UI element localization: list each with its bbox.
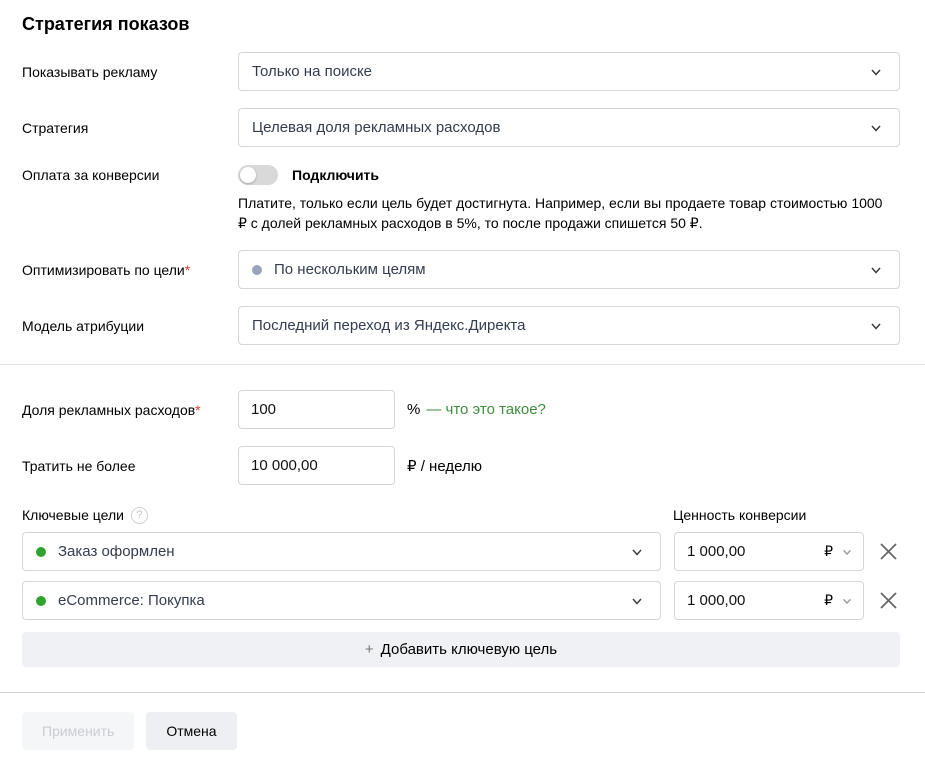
remove-goal-button[interactable]	[876, 589, 900, 613]
what-is-it-link[interactable]: — что это такое?	[426, 401, 546, 418]
key-goal-row: Заказ оформлен 1 000,00 ₽	[22, 532, 900, 571]
currency-label: ₽	[824, 543, 833, 560]
row-optimize-goal: Оптимизировать по цели* По нескольким це…	[22, 250, 900, 289]
cost-share-label: Доля рекламных расходов*	[22, 402, 238, 418]
pay-conversions-field: Подключить Платите, только если цель буд…	[238, 164, 900, 233]
conversion-value-field-1[interactable]: 1 000,00 ₽	[674, 532, 864, 571]
chevron-down-icon	[869, 121, 883, 135]
cost-share-unit-wrap: % — что это такое?	[407, 401, 546, 418]
row-cost-share: Доля рекламных расходов* % — что это так…	[22, 390, 900, 429]
goal-select-1-value: Заказ оформлен	[58, 543, 622, 560]
pay-conversions-label: Оплата за конверсии	[22, 164, 238, 183]
add-key-goal-button[interactable]: + Добавить ключевую цель	[22, 632, 900, 667]
goal-select-2[interactable]: eCommerce: Покупка	[22, 581, 661, 620]
placement-select-value: Только на поиске	[252, 63, 861, 80]
strategy-label: Стратегия	[22, 120, 238, 136]
strategy-settings-form: Стратегия показов Показывать рекламу Тол…	[0, 0, 925, 750]
pay-conversions-toggle[interactable]	[238, 165, 278, 185]
pay-conversions-toggle-label: Подключить	[292, 167, 379, 183]
chevron-down-icon	[841, 595, 853, 607]
weekly-limit-label: Тратить не более	[22, 458, 238, 474]
footer-actions: Применить Отмена	[22, 693, 900, 750]
toggle-knob	[240, 167, 256, 183]
row-weekly-limit: Тратить не более ₽ / неделю	[22, 446, 900, 485]
conversion-value-header: Ценность конверсии	[673, 507, 900, 523]
optimize-goal-label: Оптимизировать по цели*	[22, 262, 238, 278]
ruble-per-week-unit: ₽ / неделю	[407, 457, 482, 475]
attribution-select[interactable]: Последний переход из Яндекс.Директа	[238, 306, 900, 345]
add-key-goal-label: Добавить ключевую цель	[381, 641, 557, 658]
pay-conversions-toggle-line: Подключить	[238, 164, 900, 186]
attribution-label: Модель атрибуции	[22, 318, 238, 334]
conversion-value-field-2[interactable]: 1 000,00 ₽	[674, 581, 864, 620]
strategy-select[interactable]: Целевая доля рекламных расходов	[238, 108, 900, 147]
goal-status-dot-icon	[36, 547, 46, 557]
plus-icon: +	[365, 641, 374, 658]
cost-share-field: % — что это такое?	[238, 390, 900, 429]
optimize-goal-select-value: По нескольким целям	[274, 261, 861, 278]
weekly-limit-input[interactable]	[238, 446, 395, 485]
attribution-select-value: Последний переход из Яндекс.Директа	[252, 317, 861, 334]
row-pay-conversions: Оплата за конверсии Подключить Платите, …	[22, 164, 900, 233]
required-asterisk: *	[195, 402, 200, 418]
goal-status-dot-icon	[36, 596, 46, 606]
chevron-down-icon	[841, 546, 853, 558]
apply-button[interactable]: Применить	[22, 712, 134, 750]
placement-select[interactable]: Только на поиске	[238, 52, 900, 91]
conversion-value-1: 1 000,00	[687, 543, 824, 560]
remove-goal-button[interactable]	[876, 540, 900, 564]
close-icon	[879, 591, 898, 610]
placement-label: Показывать рекламу	[22, 64, 238, 80]
pay-conversions-description: Платите, только если цель будет достигну…	[238, 193, 893, 233]
chevron-down-icon	[630, 594, 644, 608]
cost-share-input[interactable]	[238, 390, 395, 429]
goal-select-2-value: eCommerce: Покупка	[58, 592, 622, 609]
required-asterisk: *	[185, 262, 190, 278]
key-goal-row: eCommerce: Покупка 1 000,00 ₽	[22, 581, 900, 620]
row-placement: Показывать рекламу Только на поиске	[22, 52, 900, 91]
key-goals-label-wrap: Ключевые цели ?	[22, 507, 673, 524]
row-attribution: Модель атрибуции Последний переход из Ян…	[22, 306, 900, 345]
percent-unit: %	[407, 401, 420, 418]
key-goals-header: Ключевые цели ? Ценность конверсии	[22, 505, 900, 525]
section-divider	[0, 364, 925, 365]
conversion-value-2: 1 000,00	[687, 592, 824, 609]
row-strategy: Стратегия Целевая доля рекламных расходо…	[22, 108, 900, 147]
chevron-down-icon	[630, 545, 644, 559]
weekly-limit-unit-wrap: ₽ / неделю	[407, 457, 482, 475]
chevron-down-icon	[869, 263, 883, 277]
page-title: Стратегия показов	[22, 13, 900, 35]
key-goals-label: Ключевые цели	[22, 507, 124, 523]
currency-label: ₽	[824, 592, 833, 609]
optimize-goal-select[interactable]: По нескольким целям	[238, 250, 900, 289]
chevron-down-icon	[869, 65, 883, 79]
close-icon	[879, 542, 898, 561]
cancel-button[interactable]: Отмена	[146, 712, 236, 750]
weekly-limit-field: ₽ / неделю	[238, 446, 900, 485]
multi-goal-dot-icon	[252, 265, 262, 275]
goal-select-1[interactable]: Заказ оформлен	[22, 532, 661, 571]
help-question-icon[interactable]: ?	[131, 507, 148, 524]
chevron-down-icon	[869, 319, 883, 333]
strategy-select-value: Целевая доля рекламных расходов	[252, 119, 861, 136]
